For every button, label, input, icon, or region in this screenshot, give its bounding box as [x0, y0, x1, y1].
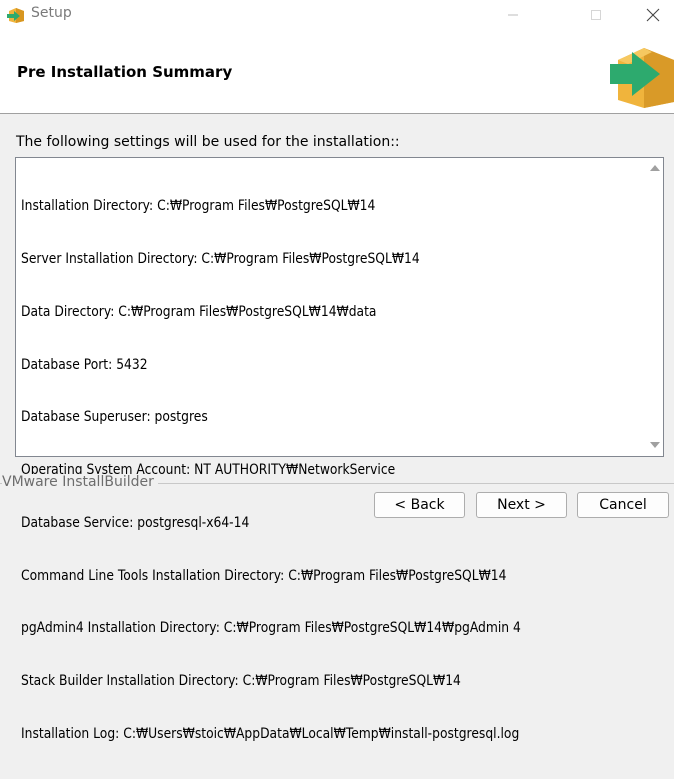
summary-line-stackbuilder-dir: Stack Builder Installation Directory: C:… [21, 673, 461, 690]
summary-line-cli-dir: Command Line Tools Installation Director… [21, 567, 507, 584]
page-title: Pre Installation Summary [17, 63, 233, 81]
summary-line-port: Database Port: 5432 [21, 356, 148, 373]
summary-line-install-log: Installation Log: C:₩Users₩stoic₩AppData… [21, 726, 520, 742]
minimize-button[interactable] [490, 0, 536, 30]
minimize-icon [508, 14, 518, 16]
summary-lines: Installation Directory: C:₩Program Files… [21, 163, 567, 779]
window-title: Setup [31, 5, 72, 21]
summary-line-pgadmin-dir: pgAdmin4 Installation Directory: C:₩Prog… [21, 620, 521, 637]
next-button[interactable]: Next > [476, 492, 567, 518]
back-button[interactable]: < Back [374, 492, 465, 518]
summary-line-data-dir: Data Directory: C:₩Program Files₩Postgre… [21, 303, 377, 320]
close-icon [646, 8, 660, 22]
installer-box-icon [7, 8, 24, 23]
summary-line-install-dir: Installation Directory: C:₩Program Files… [21, 198, 376, 215]
summary-line-superuser: Database Superuser: postgres [21, 409, 208, 426]
installer-arrow-box-icon [610, 48, 674, 108]
summary-intro-label: The following settings will be used for … [16, 134, 400, 150]
summary-line-server-dir: Server Installation Directory: C:₩Progra… [21, 250, 420, 267]
summary-text-area[interactable]: Installation Directory: C:₩Program Files… [15, 157, 664, 742]
vertical-scrollbar[interactable] [646, 158, 663, 456]
title-bar: Setup [0, 0, 674, 30]
scroll-down-arrow-icon[interactable] [650, 442, 660, 448]
maximize-button[interactable] [573, 0, 619, 30]
close-button[interactable] [630, 0, 674, 30]
wizard-header: Pre Installation Summary [0, 30, 674, 114]
maximize-icon [591, 10, 601, 20]
scroll-up-arrow-icon[interactable] [650, 165, 660, 171]
cancel-button[interactable]: Cancel [577, 492, 669, 518]
footer-brand-label: VMware InstallBuilder [2, 474, 158, 490]
